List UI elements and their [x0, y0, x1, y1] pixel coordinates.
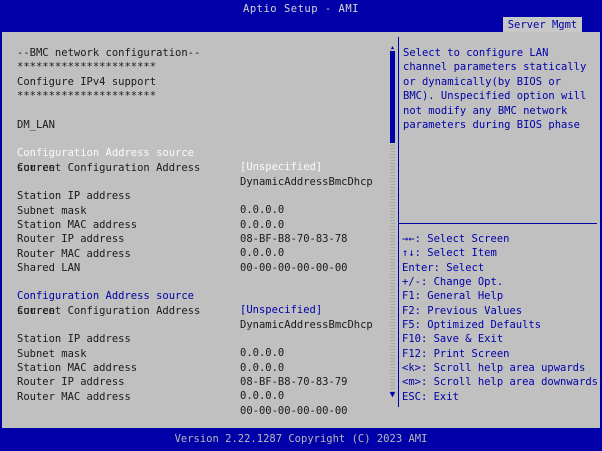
- help-panel: Select to configure LAN channel paramete…: [399, 37, 598, 407]
- key-f12: F12: Print Screen: [402, 347, 510, 360]
- shared-lan-title: Shared LAN: [17, 262, 81, 274]
- key-f2: F2: Previous Values: [402, 304, 523, 317]
- shared-lan-config-source-value[interactable]: [Unspecified]: [240, 303, 322, 317]
- dm-lan-title: DM_LAN: [17, 119, 55, 131]
- shared-lan-subnet-row: Subnet mask 0.0.0.0: [17, 333, 377, 374]
- dm-lan-router-ip-row: Router IP address 0.0.0.0: [17, 218, 377, 259]
- key-select-item: ↑↓: Select Item: [402, 247, 497, 260]
- key-enter: Enter: Select: [402, 261, 485, 274]
- key-f10: F10: Save & Exit: [402, 333, 504, 346]
- shared-lan-current-source-row: Current Configuration Address DynamicAdd…: [17, 290, 377, 331]
- scroll-down-icon[interactable]: ▼: [387, 389, 398, 401]
- key-legend: →←: Select Screen ↑↓: Select Item Enter:…: [402, 232, 598, 404]
- dm-lan-current-source-row: Current Configuration Address DynamicAdd…: [17, 147, 377, 188]
- dm-lan-current-source-label-cont: source: [17, 162, 55, 174]
- key-select-screen: →←: Select Screen: [402, 233, 510, 245]
- dm-lan-router-ip-value: 0.0.0.0: [240, 247, 285, 259]
- dm-lan-config-source-value[interactable]: [Unspecified]: [240, 160, 322, 174]
- shared-lan-config-source-row[interactable]: Configuration Address source [Unspecifie…: [17, 275, 377, 316]
- key-f1: F1: General Help: [402, 290, 504, 303]
- dm-lan-router-mac-value: 00-00-00-00-00-00: [240, 262, 348, 274]
- dm-lan-config-source-row[interactable]: Configuration Address source [Unspecifie…: [17, 132, 377, 173]
- footer-version: Version 2.22.1287 Copyright (C) 2023 AMI: [0, 431, 602, 451]
- tab-server-mgmt[interactable]: Server Mgmt: [503, 17, 582, 33]
- dm-lan-router-mac-label: Router MAC address: [17, 248, 131, 260]
- key-scroll-down: <m>: Scroll help area downwards: [402, 376, 598, 389]
- settings-panel: --BMC network configuration-- **********…: [5, 37, 387, 417]
- ipv4-heading: Configure IPv4 support: [17, 76, 157, 88]
- section-heading: --BMC network configuration--: [17, 47, 201, 59]
- dm-lan-router-mac-row: Router MAC address 00-00-00-00-00-00: [17, 233, 377, 274]
- scrollbar-thumb[interactable]: [390, 51, 395, 143]
- help-text: Select to configure LAN channel paramete…: [403, 47, 587, 132]
- scrollbar[interactable]: ▲ ▼: [387, 37, 398, 407]
- shared-lan-router-mac-label: Router MAC address: [17, 391, 131, 403]
- window-title: Aptio Setup - AMI: [0, 0, 602, 18]
- dm-lan-subnet-row: Subnet mask 0.0.0.0: [17, 190, 377, 231]
- shared-lan-station-ip-row: Station IP address 0.0.0.0: [17, 318, 377, 359]
- separator-stars: **********************: [17, 61, 157, 73]
- shared-lan-station-mac-row: Station MAC address 08-BF-B8-70-83-79: [17, 347, 377, 388]
- shared-lan-router-ip-row: Router IP address 0.0.0.0: [17, 361, 377, 402]
- shared-lan-router-mac-row: Router MAC address 00-00-00-00-00-00: [17, 376, 377, 417]
- dm-lan-station-mac-row: Station MAC address 08-BF-B8-70-83-78: [17, 204, 377, 245]
- key-f5: F5: Optimized Defaults: [402, 319, 542, 332]
- separator-stars: **********************: [17, 90, 157, 102]
- shared-lan-current-source-label-cont: source: [17, 305, 55, 317]
- key-scroll-up: <k>: Scroll help area upwards: [402, 362, 586, 375]
- help-divider: [399, 223, 597, 224]
- shared-lan-router-ip-value: 0.0.0.0: [240, 390, 285, 402]
- key-esc: ESC: Exit: [402, 390, 459, 403]
- dm-lan-station-ip-row: Station IP address 0.0.0.0: [17, 175, 377, 216]
- shared-lan-router-mac-value: 00-00-00-00-00-00: [240, 405, 348, 417]
- key-change-opt: +/-: Change Opt.: [402, 276, 504, 289]
